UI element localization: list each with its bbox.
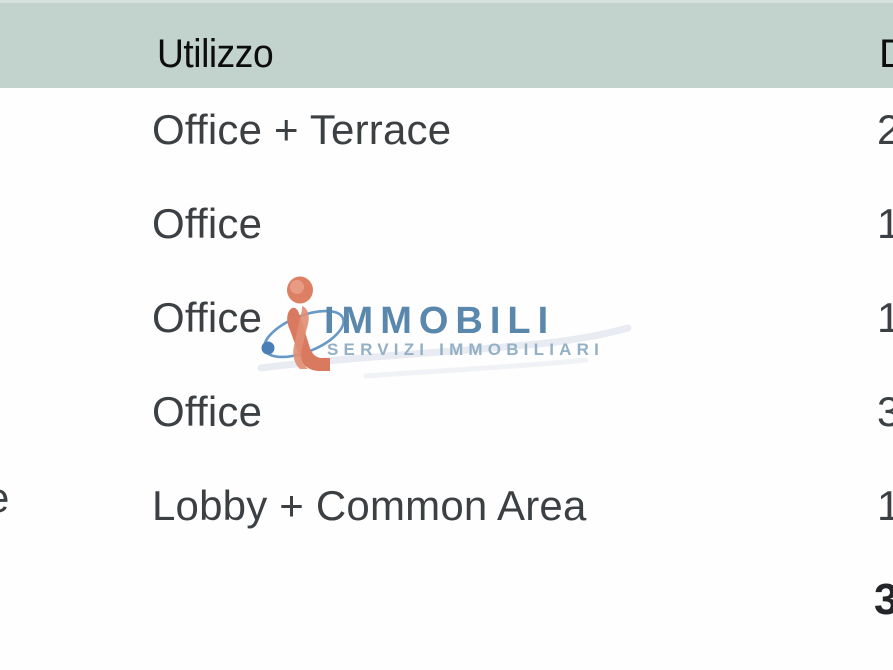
cell-amount: 1 (877, 482, 893, 529)
cell-total-amount: 3 (874, 575, 893, 624)
cell-utilizzo: Lobby + Common Area (152, 482, 587, 529)
cell-utilizzo: Office (152, 200, 263, 247)
cell-utilizzo: Office (152, 388, 263, 435)
cell-utilizzo: Office (152, 294, 263, 341)
table-body: Office + Terrace 2 Office 1 Office 1 Off… (0, 88, 893, 670)
table-row[interactable]: Office 1 (0, 276, 893, 370)
column-header-utilizzo[interactable]: Utilizzo (157, 30, 274, 78)
clipped-left-cell-fragment: e (0, 470, 9, 526)
table-screenshot: Utilizzo D Office + Terrace 2 Office 1 O… (0, 0, 893, 670)
cell-amount: 1 (877, 294, 893, 341)
table-row[interactable]: Office 3 (0, 370, 893, 464)
table-header-row: Utilizzo D (0, 0, 893, 88)
table-row[interactable]: Lobby + Common Area 1 (0, 464, 893, 558)
cell-amount: 2 (877, 106, 893, 153)
cell-utilizzo: Office + Terrace (152, 106, 452, 153)
table-row[interactable]: Office + Terrace 2 (0, 88, 893, 182)
table-total-row: 3 (0, 558, 893, 652)
table-row[interactable]: Office 1 (0, 182, 893, 276)
cell-amount: 3 (877, 388, 893, 435)
cell-amount: 1 (877, 200, 893, 247)
column-header-clipped[interactable]: D (879, 30, 893, 78)
